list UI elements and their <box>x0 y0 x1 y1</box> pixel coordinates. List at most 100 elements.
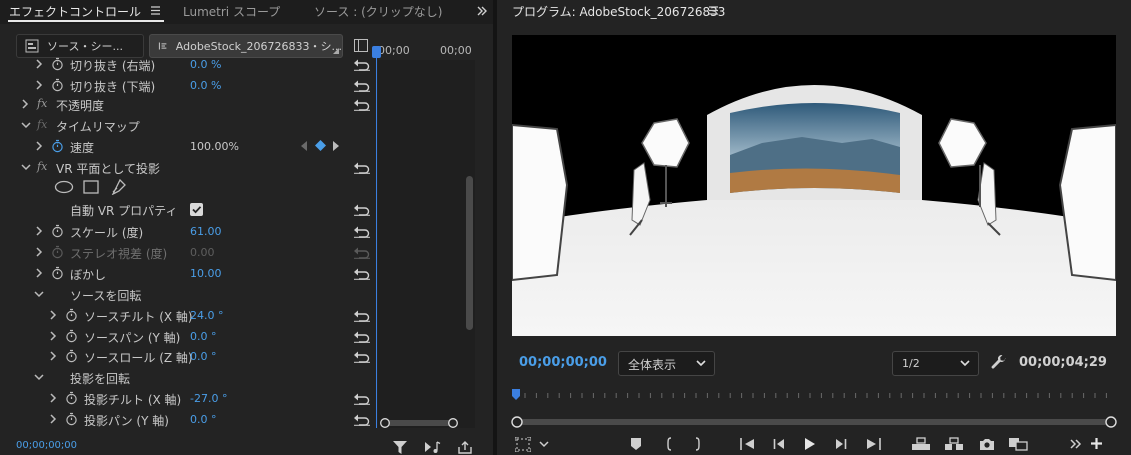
safe-margins-icon[interactable] <box>515 437 531 452</box>
effect-label: タイムリマップ <box>56 120 140 134</box>
lift-icon[interactable] <box>911 437 931 451</box>
property-value[interactable]: 0.0 ° <box>190 413 217 426</box>
stopwatch-icon[interactable] <box>65 308 78 322</box>
expand-chevron-icon[interactable] <box>48 350 58 362</box>
fx-icon[interactable]: fx <box>37 97 47 110</box>
stopwatch-active-icon[interactable] <box>51 139 64 153</box>
timeline-zoom-scrollbar[interactable] <box>380 418 458 428</box>
playhead-line <box>376 48 377 428</box>
tab-lumetri-scopes[interactable]: Lumetri スコープ <box>183 3 280 20</box>
step-forward-icon[interactable] <box>833 437 847 451</box>
expand-chevron-icon[interactable] <box>34 58 44 70</box>
ellipse-mask-icon[interactable] <box>54 180 74 194</box>
auto-vr-checkbox[interactable] <box>190 203 203 216</box>
go-to-out-icon[interactable] <box>865 437 881 451</box>
reset-icon[interactable] <box>353 160 371 174</box>
reset-icon[interactable] <box>353 412 371 426</box>
reset-icon[interactable] <box>353 78 371 92</box>
scrub-bar[interactable] <box>511 416 1117 428</box>
overflow-chevron-icon[interactable] <box>476 5 488 17</box>
property-value[interactable]: 0.0 ° <box>190 330 217 343</box>
step-back-icon[interactable] <box>773 437 787 451</box>
play-audio-icon[interactable] <box>425 441 441 454</box>
stopwatch-icon[interactable] <box>65 391 78 405</box>
keyframe-timeline[interactable] <box>378 60 475 428</box>
reset-icon[interactable] <box>353 349 371 363</box>
reset-icon[interactable] <box>353 57 371 71</box>
stopwatch-icon[interactable] <box>51 224 64 238</box>
extract-icon[interactable] <box>944 437 964 451</box>
expand-chevron-icon[interactable] <box>48 413 58 425</box>
stopwatch-icon[interactable] <box>65 412 78 426</box>
fx-icon[interactable]: fx <box>37 118 47 131</box>
expand-chevron-icon[interactable] <box>34 225 44 237</box>
reset-icon[interactable] <box>353 266 371 280</box>
toggle-timeline-icon[interactable] <box>354 39 368 52</box>
collapse-chevron-icon[interactable] <box>33 371 44 383</box>
time-ruler[interactable] <box>511 388 1117 402</box>
expand-chevron-icon[interactable] <box>34 79 44 91</box>
reset-icon[interactable] <box>353 329 371 343</box>
panel-menu-icon[interactable] <box>150 5 161 16</box>
stopwatch-icon[interactable] <box>65 349 78 363</box>
next-keyframe-icon[interactable] <box>333 141 339 151</box>
tab-source[interactable]: ソース : (クリップなし) <box>314 3 442 20</box>
reset-icon[interactable] <box>353 202 371 216</box>
property-value[interactable]: 100.00% <box>190 140 239 153</box>
current-timecode[interactable]: 00;00;00;00 <box>519 355 607 370</box>
vertical-scrollbar[interactable] <box>466 176 473 330</box>
stopwatch-icon[interactable] <box>65 329 78 343</box>
property-value[interactable]: 10.00 <box>190 267 222 280</box>
reset-icon[interactable] <box>353 391 371 405</box>
transport-controls <box>511 436 1117 455</box>
collapse-chevron-icon[interactable] <box>33 288 44 300</box>
pen-mask-icon[interactable] <box>110 179 126 195</box>
zoom-level-select[interactable]: 全体表示 <box>618 351 715 376</box>
expand-chevron-icon[interactable] <box>34 267 44 279</box>
add-marker-icon[interactable] <box>630 437 642 451</box>
wrench-icon[interactable] <box>991 355 1006 370</box>
mark-out-icon[interactable] <box>692 437 702 451</box>
expand-chevron-icon[interactable] <box>20 98 30 110</box>
video-preview[interactable] <box>512 35 1116 336</box>
stopwatch-icon[interactable] <box>51 78 64 92</box>
stopwatch-icon[interactable] <box>51 266 64 280</box>
footer-timecode[interactable]: 00;00;00;00 <box>16 440 77 451</box>
more-controls-icon[interactable] <box>1070 439 1082 449</box>
add-keyframe-icon[interactable] <box>315 140 326 151</box>
camera-icon[interactable] <box>979 437 995 451</box>
property-row-speed: 速度 100.00% <box>0 136 376 157</box>
reset-icon[interactable] <box>353 308 371 322</box>
go-to-in-icon[interactable] <box>740 437 756 451</box>
panel-menu-icon[interactable] <box>708 5 719 16</box>
property-value[interactable]: 61.00 <box>190 225 222 238</box>
reset-icon[interactable] <box>353 97 371 111</box>
filter-icon[interactable] <box>393 441 407 454</box>
reset-icon[interactable] <box>353 224 371 238</box>
expand-chevron-icon[interactable] <box>34 246 44 258</box>
tab-effect-controls[interactable]: エフェクトコントロール <box>9 3 141 20</box>
collapse-chevron-icon[interactable] <box>20 161 31 173</box>
property-value[interactable]: 24.0 ° <box>190 309 224 322</box>
property-value[interactable]: 0.0 ° <box>190 350 217 363</box>
property-value[interactable]: 0.0 % <box>190 58 221 71</box>
expand-chevron-icon[interactable] <box>48 309 58 321</box>
expand-chevron-icon[interactable] <box>34 140 44 152</box>
compare-view-icon[interactable] <box>1008 437 1028 451</box>
prev-keyframe-icon[interactable] <box>301 141 307 151</box>
export-icon[interactable] <box>458 441 472 454</box>
property-value[interactable]: 0.0 % <box>190 79 221 92</box>
property-value[interactable]: -27.0 ° <box>190 392 227 405</box>
fx-icon[interactable]: fx <box>37 160 47 173</box>
mark-in-icon[interactable] <box>665 437 675 451</box>
playback-resolution-select[interactable]: 1/2 <box>892 351 979 376</box>
program-monitor-title[interactable]: プログラム: AdobeStock_206726833 <box>512 3 725 20</box>
expand-chevron-icon[interactable] <box>48 330 58 342</box>
rectangle-mask-icon[interactable] <box>83 180 99 194</box>
button-editor-icon[interactable] <box>1090 437 1103 450</box>
expand-chevron-icon[interactable] <box>48 392 58 404</box>
chevron-down-icon[interactable] <box>538 440 550 448</box>
collapse-chevron-icon[interactable] <box>20 119 31 131</box>
play-icon[interactable] <box>804 437 816 451</box>
stopwatch-icon[interactable] <box>51 57 64 71</box>
